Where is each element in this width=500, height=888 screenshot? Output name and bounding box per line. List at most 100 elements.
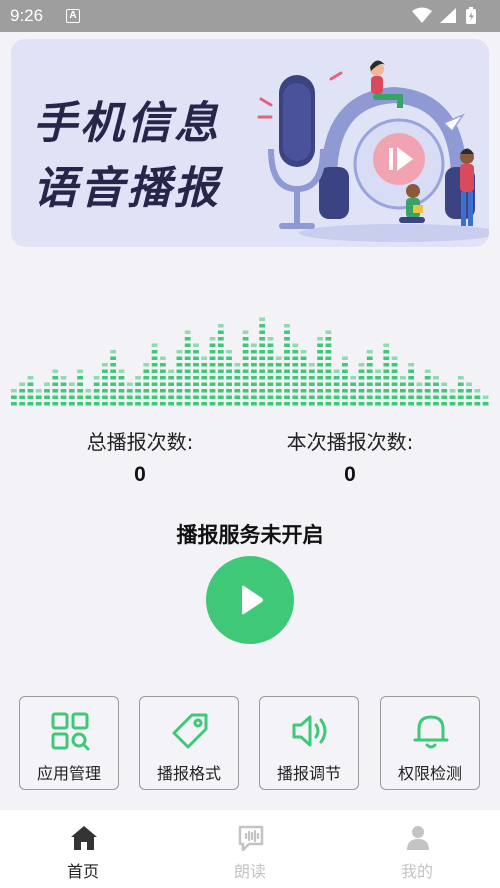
equalizer-bar xyxy=(135,376,141,406)
equalizer-bar xyxy=(275,356,282,406)
equalizer-bar xyxy=(19,382,26,406)
equalizer-bar xyxy=(383,343,390,406)
equalizer-bar xyxy=(251,343,257,406)
tab-read-label: 朗读 xyxy=(233,862,266,881)
status-time: 9:26 xyxy=(10,6,44,25)
audio-equalizer xyxy=(11,317,489,406)
broadcast-format-button[interactable]: 播报格式 xyxy=(139,696,239,790)
equalizer-bar xyxy=(317,337,323,406)
equalizer-bar xyxy=(308,363,315,406)
equalizer-bar xyxy=(333,369,340,406)
app-management-label: 应用管理 xyxy=(36,764,101,783)
equalizer-bar xyxy=(441,382,448,406)
user-icon xyxy=(407,826,429,850)
equalizer-bar xyxy=(234,363,241,406)
equalizer-bar xyxy=(466,382,472,406)
tab-mine-label: 我的 xyxy=(400,862,433,881)
current-broadcast-stat: 本次播报次数: 0 xyxy=(265,426,435,487)
banner-title-line1: 手机信息 xyxy=(33,98,221,149)
banner-title-line2: 语音播报 xyxy=(33,163,221,214)
equalizer-bar xyxy=(474,389,481,406)
equalizer-bar xyxy=(176,350,183,406)
equalizer-bar xyxy=(85,389,92,406)
equalizer-bar xyxy=(366,350,373,406)
bottom-tab-bar: 首页 朗读 我的 xyxy=(0,810,500,888)
equalizer-bar xyxy=(242,330,249,406)
equalizer-bar xyxy=(217,324,224,406)
equalizer-bar xyxy=(201,356,208,406)
equalizer-bar xyxy=(27,376,34,406)
equalizer-bar xyxy=(151,343,158,406)
equalizer-bar xyxy=(399,376,406,406)
equalizer-bar xyxy=(168,369,175,406)
equalizer-bar xyxy=(44,382,50,406)
equalizer-bar xyxy=(60,376,67,406)
equalizer-bar xyxy=(143,363,150,406)
equalizer-bar xyxy=(416,382,423,406)
equalizer-bar xyxy=(11,389,17,406)
tab-home[interactable]: 首页 xyxy=(0,810,166,888)
equalizer-bar xyxy=(118,369,125,406)
bell-icon xyxy=(413,715,449,749)
equalizer-bar xyxy=(159,356,166,406)
banner: 手机信息 语音播报 xyxy=(11,39,489,247)
app-grid-search-icon xyxy=(51,712,90,751)
equalizer-bar xyxy=(110,350,117,406)
tab-read[interactable]: 朗读 xyxy=(167,810,333,888)
broadcast-adjust-button[interactable]: 播报调节 xyxy=(259,696,359,790)
equalizer-bar xyxy=(126,382,133,406)
equalizer-bar xyxy=(342,356,348,406)
banner-illustration xyxy=(257,60,489,242)
equalizer-bar xyxy=(300,350,307,406)
equalizer-bar xyxy=(358,363,365,406)
app-management-button[interactable]: 应用管理 xyxy=(19,696,119,790)
total-broadcast-count: 0 xyxy=(134,463,146,486)
equalizer-bar xyxy=(391,356,398,406)
equalizer-bar xyxy=(424,369,431,406)
equalizer-bar xyxy=(433,376,439,406)
tab-mine[interactable]: 我的 xyxy=(334,810,500,888)
wifi-icon xyxy=(412,7,432,23)
equalizer-bar xyxy=(184,330,191,406)
notification-icon: A xyxy=(66,9,80,23)
equalizer-bar xyxy=(284,324,290,406)
status-icons xyxy=(412,7,476,24)
home-icon xyxy=(71,826,97,850)
equalizer-bar xyxy=(209,337,216,406)
equalizer-bar xyxy=(449,389,456,406)
voice-message-icon xyxy=(238,825,264,852)
total-broadcast-label: 总播报次数: xyxy=(86,430,194,454)
battery-icon xyxy=(466,7,476,24)
equalizer-bar xyxy=(52,369,59,406)
equalizer-bar xyxy=(226,350,232,406)
equalizer-bar xyxy=(482,395,489,406)
volume-icon xyxy=(292,715,327,747)
tag-icon xyxy=(172,713,208,749)
tab-home-label: 首页 xyxy=(66,862,99,881)
equalizer-bar xyxy=(68,382,75,406)
signal-icon xyxy=(440,8,456,23)
status-bar: 9:26 A xyxy=(0,0,500,32)
total-broadcast-stat: 总播报次数: 0 xyxy=(60,426,220,487)
equalizer-bar xyxy=(457,376,464,406)
current-broadcast-label: 本次播报次数: xyxy=(286,430,414,454)
start-service-button[interactable] xyxy=(206,556,294,644)
equalizer-bar xyxy=(193,343,199,406)
broadcast-adjust-label: 播报调节 xyxy=(276,764,341,783)
equalizer-bar xyxy=(375,369,381,406)
equalizer-bar xyxy=(267,337,274,406)
equalizer-bar xyxy=(35,389,42,406)
equalizer-bar xyxy=(77,369,83,406)
broadcast-format-label: 播报格式 xyxy=(156,764,221,783)
equalizer-bar xyxy=(325,330,332,406)
service-status-text: 播报服务未开启 xyxy=(176,523,324,547)
current-broadcast-count: 0 xyxy=(344,463,356,486)
permission-check-button[interactable]: 权限检测 xyxy=(380,696,480,790)
permission-check-label: 权限检测 xyxy=(397,764,462,783)
equalizer-bar xyxy=(102,363,108,406)
equalizer-bar xyxy=(93,376,100,406)
equalizer-bar xyxy=(259,317,266,406)
equalizer-bar xyxy=(292,343,299,406)
play-icon xyxy=(242,585,263,615)
equalizer-bar xyxy=(408,363,415,406)
